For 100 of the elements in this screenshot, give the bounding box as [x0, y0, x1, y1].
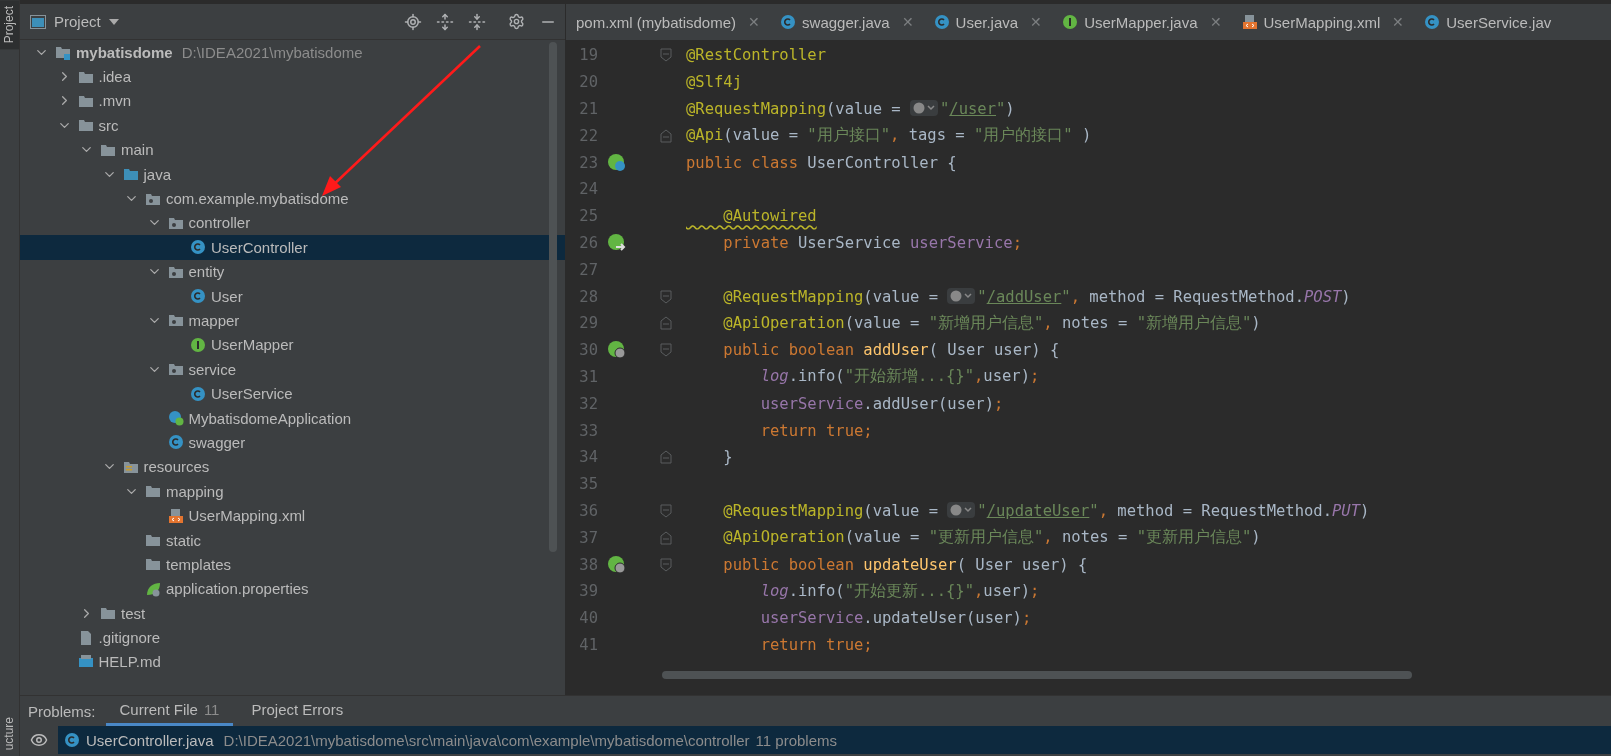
module-path: D:\IDEA2021\mybatisdome	[181, 43, 363, 61]
tree-item[interactable]: .idea	[20, 64, 565, 89]
folder-icon	[145, 483, 161, 500]
line-number: 31	[578, 367, 598, 386]
class-icon	[190, 288, 206, 305]
settings-icon[interactable]	[508, 13, 525, 30]
folder-icon	[100, 605, 116, 622]
line-number: 19	[578, 46, 598, 65]
tree-item[interactable]: mapper	[20, 308, 565, 333]
line-number: 27	[578, 260, 598, 279]
editor-tab[interactable]: User.java ✕	[923, 4, 1053, 40]
window-icon	[30, 14, 46, 29]
class-icon	[933, 14, 950, 30]
web-globe-icon[interactable]	[607, 340, 627, 361]
code-line: }	[722, 448, 733, 467]
tree-item[interactable]: mapping	[20, 479, 565, 504]
line-number: 25	[578, 207, 598, 226]
tree-item[interactable]: java	[20, 161, 565, 187]
tree-item-label: static	[166, 531, 201, 549]
tree-item[interactable]: com.example.mybatisdome	[20, 186, 565, 211]
line-number: 23	[578, 153, 598, 172]
scrollbar[interactable]	[549, 42, 557, 552]
tree-item[interactable]: UserMapper	[20, 332, 565, 358]
tree-item[interactable]: service	[20, 357, 565, 382]
collapse-all-icon[interactable]	[468, 12, 486, 31]
tree-item-label: UserController	[211, 238, 308, 256]
dropdown-icon[interactable]	[108, 18, 119, 25]
tree-item-label: .mvn	[98, 92, 131, 110]
tree-item-label: templates	[166, 555, 232, 573]
code-line: public class UserController {	[686, 153, 957, 172]
editor-tab[interactable]: pom.xml (mybatisdome) ✕	[566, 4, 771, 40]
code-line: public boolean updateUser( User user) {	[722, 555, 1088, 574]
tree-item[interactable]: static	[20, 527, 565, 553]
tree-item-label: mapper	[188, 312, 240, 329]
spring-bean-icon[interactable]	[607, 232, 627, 253]
project-tool-tab[interactable]: Project	[0, 0, 19, 50]
editor-tab[interactable]: UserMapping.xml ✕	[1231, 4, 1415, 40]
tree-item-label: UserService	[211, 385, 293, 403]
editor-tab[interactable]: UserService.jav	[1414, 4, 1562, 40]
tree-item[interactable]: src	[20, 113, 565, 138]
eye-icon[interactable]	[30, 731, 48, 749]
tree-item[interactable]: .gitignore	[20, 625, 565, 650]
tree-item[interactable]: swagger	[20, 430, 565, 455]
xml-file-icon	[1241, 14, 1258, 30]
tree-item[interactable]: main	[20, 137, 565, 162]
line-number: 20	[578, 73, 598, 92]
locate-icon[interactable]	[404, 12, 422, 31]
tree-item[interactable]: test	[20, 601, 565, 626]
tree-item[interactable]: .mvn	[20, 88, 565, 114]
tree-item-label: com.example.mybatisdome	[166, 190, 349, 208]
tree-item[interactable]: MybatisdomeApplication	[20, 405, 565, 431]
tree-item-label: java	[143, 165, 172, 183]
tree-item-label: .gitignore	[98, 629, 161, 647]
tree-item[interactable]: resources	[20, 454, 565, 480]
folder-icon	[77, 117, 94, 134]
scrollbar[interactable]	[662, 671, 1412, 679]
code-line: @RestController	[686, 46, 826, 65]
code-line: @Slf4j	[686, 73, 742, 92]
tree-item-label: UserMapping.xml	[188, 507, 306, 525]
folder-icon	[122, 166, 139, 183]
tree-item[interactable]: UserService	[20, 381, 565, 406]
code-line: @RequestMapping(value = "/user")	[686, 100, 1015, 118]
code-line: public boolean addUser( User user) {	[722, 341, 1060, 360]
line-number: 35	[578, 475, 598, 494]
code-line: @ApiOperation(value = "新增用户信息", notes = "新增用户信息")	[722, 312, 1261, 334]
tree-item-label: User	[211, 287, 243, 305]
class-icon	[64, 732, 80, 748]
folder-icon	[145, 556, 161, 573]
tree-item-label: controller	[188, 214, 251, 232]
line-number: 33	[578, 421, 598, 440]
class-icon	[780, 14, 797, 30]
web-globe-icon[interactable]	[607, 554, 627, 575]
tree-item-label: src	[98, 116, 119, 134]
structure-tool-tab[interactable]: ucture	[0, 710, 19, 756]
code-line: userService.updateUser(user);	[759, 609, 1032, 628]
tree-item[interactable]: mybatisdome D:\IDEA2021\mybatisdome	[20, 40, 565, 65]
interface-icon	[190, 336, 206, 353]
tree-item[interactable]: UserMapping.xml	[20, 503, 565, 528]
tree-item[interactable]: templates	[20, 552, 565, 577]
tree-item[interactable]: HELP.md	[20, 649, 565, 675]
tree-item[interactable]: controller	[20, 210, 565, 236]
line-number: 39	[578, 582, 598, 601]
expand-all-icon[interactable]	[436, 12, 454, 31]
interface-icon	[1062, 14, 1079, 30]
problems-tab[interactable]: Project Errors	[237, 696, 358, 726]
line-number: 41	[578, 635, 598, 654]
line-number: 32	[578, 394, 598, 413]
line-number: 29	[578, 314, 598, 333]
tree-item[interactable]: entity	[20, 259, 565, 284]
tree-item-label: test	[121, 604, 146, 622]
tree-item[interactable]: User	[20, 283, 565, 309]
editor-tab[interactable]: swagger.java ✕	[770, 4, 924, 40]
line-number: 34	[578, 448, 598, 467]
tree-item[interactable]: UserController	[20, 235, 565, 260]
panel-title[interactable]: Project	[54, 13, 101, 30]
problem-file-row[interactable]: UserController.java D:\IDEA2021\mybatisdome\src\main\java\com\example\mybatisdome\controller 11 problems	[58, 726, 1611, 754]
tree-item[interactable]: application.properties	[20, 576, 565, 601]
code-line: private UserService userService;	[722, 233, 1022, 252]
spring-bean-icon[interactable]	[607, 152, 627, 173]
editor-tab[interactable]: UserMapper.java ✕	[1052, 4, 1232, 40]
